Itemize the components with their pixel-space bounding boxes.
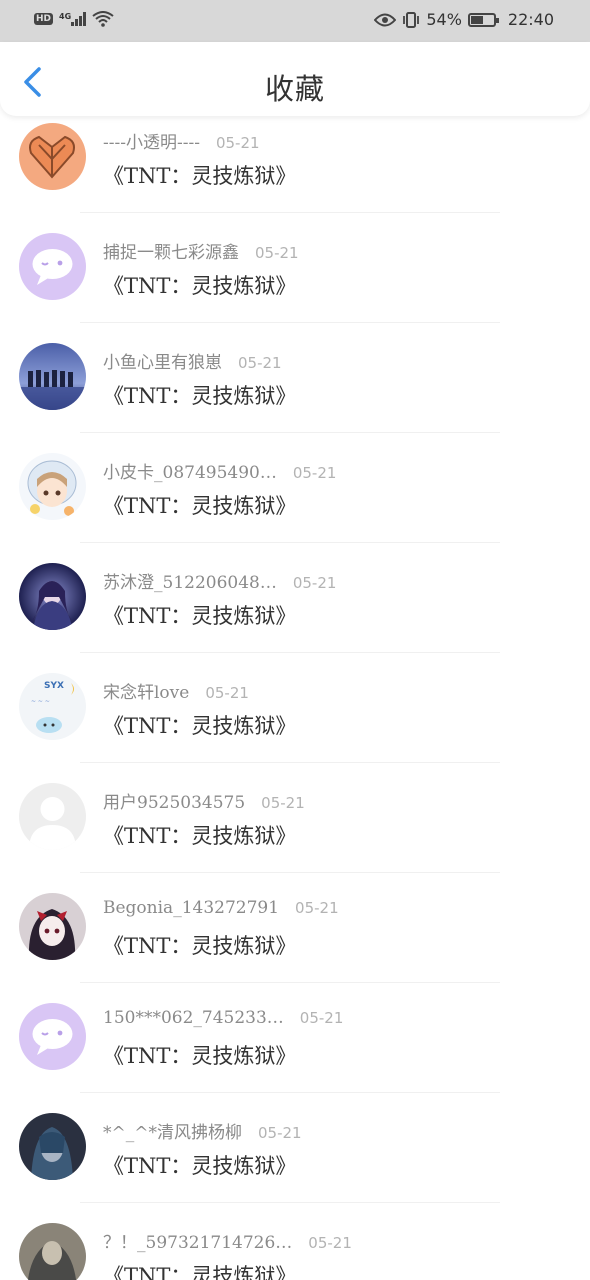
list-item[interactable]: 小皮卡_087495490… 05-21 《TNT：灵技炼狱》 [0,410,590,543]
book-title[interactable]: 《TNT：灵技炼狱》 [103,1040,296,1070]
item-meta: Begonia_143272791 05-21 [103,898,339,918]
book-title[interactable]: 《TNT：灵技炼狱》 [103,160,296,190]
item-meta: 捕捉一颗七彩源鑫 05-21 [103,238,299,263]
username[interactable]: 150***062_745233… [103,1008,284,1028]
avatar-image [19,1003,86,1070]
book-title[interactable]: 《TNT：灵技炼狱》 [103,930,296,960]
list-item[interactable]: 小鱼心里有狼崽 05-21 《TNT：灵技炼狱》 [0,300,590,433]
username[interactable]: 宋念轩love [103,678,189,703]
avatar[interactable]: SYX ~ ~ ~ [19,673,86,740]
avatar[interactable] [19,343,86,410]
list-item[interactable]: ？！_597321714726… 05-21 《TNT：灵技炼狱》 [0,1180,590,1280]
username[interactable]: 苏沐澄_512206048… [103,568,277,593]
username[interactable]: 小皮卡_087495490… [103,458,277,483]
avatar-image [19,233,86,300]
list-item[interactable]: 捕捉一颗七彩源鑫 05-21 《TNT：灵技炼狱》 [0,190,590,323]
item-meta: 苏沐澄_512206048… 05-21 [103,568,336,593]
avatar-image: SYX ~ ~ ~ [19,673,86,740]
item-meta: 小鱼心里有狼崽 05-21 [103,348,282,373]
book-title[interactable]: 《TNT：灵技炼狱》 [103,600,296,630]
list-item[interactable]: 150***062_745233… 05-21 《TNT：灵技炼狱》 [0,960,590,1093]
eye-icon [374,13,397,26]
header-bar: 收藏 [0,42,590,116]
avatar[interactable] [19,783,86,850]
book-title[interactable]: 《TNT：灵技炼狱》 [103,710,296,740]
item-meta: ----小透明---- 05-21 [103,128,260,153]
avatar[interactable] [19,453,86,520]
book-title[interactable]: 《TNT：灵技炼狱》 [103,490,296,520]
battery-percent: 54% [426,10,462,29]
signal-icon: 4G [59,12,87,26]
list-item[interactable]: SYX ~ ~ ~ 宋念轩love 05-21 《TNT：灵技炼狱》 [0,630,590,763]
avatar-image [19,783,86,850]
status-right: 54% 22:40 [374,10,554,29]
username[interactable]: ----小透明---- [103,128,200,153]
avatar[interactable] [19,123,86,190]
avatar[interactable] [19,1223,86,1280]
date: 05-21 [205,684,249,702]
favorites-list: ----小透明---- 05-21 《TNT：灵技炼狱》 捕捉一颗七彩源鑫 05-21 《… [0,80,590,1280]
item-meta: 宋念轩love 05-21 [103,678,249,703]
date: 05-21 [292,574,337,592]
avatar-image [19,563,86,630]
date: 05-21 [215,134,260,152]
username[interactable]: 捕捉一颗七彩源鑫 [103,238,239,263]
avatar[interactable] [19,563,86,630]
list-item[interactable]: *^_^*清风拂杨柳 05-21 《TNT：灵技炼狱》 [0,1070,590,1203]
network-type: 4G [59,12,72,21]
username[interactable]: Begonia_143272791 [103,898,279,918]
item-meta: 用户9525034575 05-21 [103,788,305,813]
clock: 22:40 [507,10,554,29]
date: 05-21 [295,899,339,917]
status-bar: HD 4G 54% 22:40 [0,0,590,42]
date: 05-21 [238,354,282,372]
username[interactable]: ？！_597321714726… [103,1228,292,1253]
date: 05-21 [261,794,305,812]
list-item[interactable]: Begonia_143272791 05-21 《TNT：灵技炼狱》 [0,850,590,983]
date: 05-21 [292,464,337,482]
book-title[interactable]: 《TNT：灵技炼狱》 [103,380,296,410]
avatar-image [19,453,86,520]
date: 05-21 [308,1234,352,1252]
vibrate-icon [403,11,420,28]
book-title[interactable]: 《TNT：灵技炼狱》 [103,1150,296,1180]
date: 05-21 [299,1009,344,1027]
page-title: 收藏 [264,72,325,106]
avatar-image [19,343,86,410]
battery-fill [470,15,483,24]
date: 05-21 [255,244,299,262]
list-item[interactable]: 用户9525034575 05-21 《TNT：灵技炼狱》 [0,740,590,873]
avatar[interactable] [19,1003,86,1070]
item-meta: 150***062_745233… 05-21 [103,1008,343,1028]
avatar-image [19,893,86,960]
username[interactable]: *^_^*清风拂杨柳 [103,1118,242,1143]
username[interactable]: 小鱼心里有狼崽 [103,348,222,373]
battery-icon [467,12,499,27]
list-item[interactable]: 苏沐澄_512206048… 05-21 《TNT：灵技炼狱》 [0,520,590,653]
book-title[interactable]: 《TNT：灵技炼狱》 [103,270,296,300]
avatar-image [19,1113,86,1180]
avatar[interactable] [19,893,86,960]
hd-badge: HD [34,13,54,25]
svg-text:SYX: SYX [44,681,64,691]
book-title[interactable]: 《TNT：灵技炼狱》 [103,820,296,850]
book-title[interactable]: 《TNT：灵技炼狱》 [103,1260,296,1280]
item-meta: ？！_597321714726… 05-21 [103,1228,352,1253]
status-left: HD 4G [34,11,114,27]
avatar-image [19,123,86,190]
wifi-icon [92,11,114,27]
avatar-image [19,1223,86,1280]
item-meta: 小皮卡_087495490… 05-21 [103,458,336,483]
username[interactable]: 用户9525034575 [103,788,245,813]
svg-text:~ ~ ~: ~ ~ ~ [31,698,50,705]
avatar[interactable] [19,1113,86,1180]
date: 05-21 [258,1124,302,1142]
item-meta: *^_^*清风拂杨柳 05-21 [103,1118,302,1143]
avatar[interactable] [19,233,86,300]
